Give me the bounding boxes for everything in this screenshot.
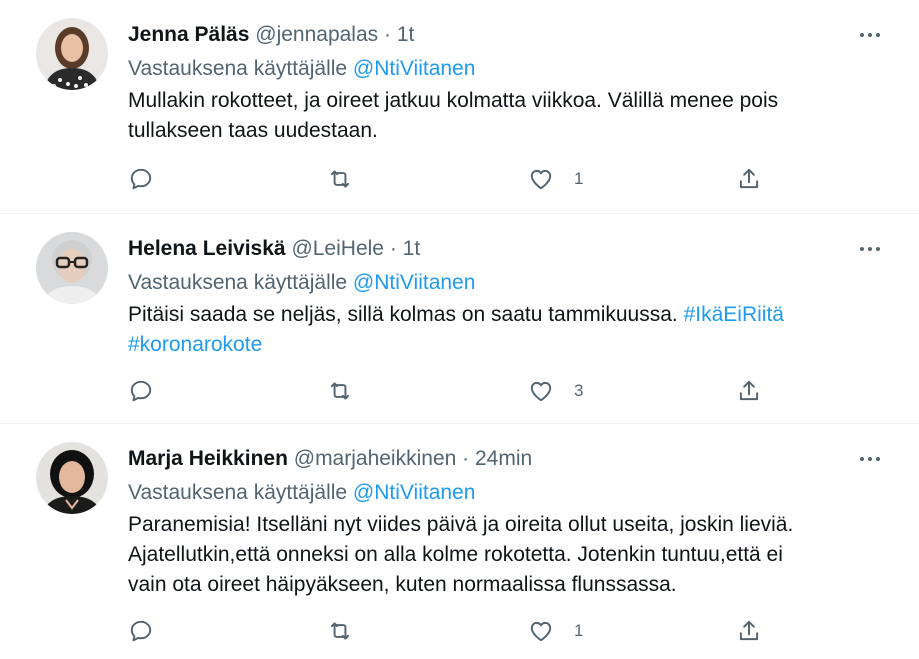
author-name[interactable]: Helena Leiviskä bbox=[128, 237, 286, 260]
hashtag-link[interactable]: #IkäEiRiitä bbox=[684, 303, 784, 326]
retweet-icon bbox=[330, 382, 350, 400]
retweet-icon bbox=[330, 622, 350, 640]
avatar-image bbox=[36, 442, 108, 514]
tweet-text-line: Paranemisia! Itselläni nyt viides päivä … bbox=[128, 513, 794, 536]
heart-icon bbox=[530, 621, 552, 642]
separator-dot: · bbox=[462, 447, 470, 470]
reply-context: Vastauksena käyttäjälle @NtiViitanen bbox=[128, 270, 475, 296]
tweet-text: Mullakin rokotteet, ja oireet jatkuu kol… bbox=[128, 86, 868, 146]
tweet[interactable]: Helena Leiviskä @LeiHele · 1t Vastauksen… bbox=[0, 214, 919, 424]
reply-prefix: Vastauksena käyttäjälle bbox=[128, 57, 348, 80]
author-name[interactable]: Jenna Päläs bbox=[128, 23, 249, 46]
like-count: 1 bbox=[574, 621, 584, 640]
tweet-text-line: vain ota oireet häipyäkseen, kuten norma… bbox=[128, 573, 677, 596]
tweet[interactable]: Jenna Päläs @jennapalas · 1t Vastauksena… bbox=[0, 0, 919, 214]
avatar-image bbox=[36, 18, 108, 90]
tweet-text: Paranemisia! Itselläni nyt viides päivä … bbox=[128, 510, 868, 600]
author-handle[interactable]: @marjaheikkinen bbox=[294, 447, 457, 470]
tweet-text-line: Mullakin rokotteet, ja oireet jatkuu kol… bbox=[128, 89, 779, 112]
timestamp[interactable]: 1t bbox=[397, 23, 415, 46]
reply-context: Vastauksena käyttäjälle @NtiViitanen bbox=[128, 480, 475, 506]
like-count: 1 bbox=[574, 169, 584, 188]
hashtag-link[interactable]: #koronarokote bbox=[128, 333, 262, 356]
author-handle[interactable]: @LeiHele bbox=[291, 237, 384, 260]
retweet-icon bbox=[330, 170, 350, 188]
tweet[interactable]: Marja Heikkinen @marjaheikkinen · 24min … bbox=[0, 424, 919, 659]
share-icon bbox=[739, 380, 759, 401]
retweet-button[interactable] bbox=[327, 164, 353, 194]
tweet-header: Helena Leiviskä @LeiHele · 1t bbox=[128, 236, 420, 262]
tweet-header: Marja Heikkinen @marjaheikkinen · 24min bbox=[128, 446, 532, 472]
reply-mention-link[interactable]: @NtiViitanen bbox=[353, 57, 476, 80]
tweet-text-line: tullakseen taas uudestaan. bbox=[128, 119, 378, 142]
timestamp[interactable]: 1t bbox=[403, 237, 421, 260]
like-button[interactable]: 1 bbox=[528, 616, 583, 646]
reply-prefix: Vastauksena käyttäjälle bbox=[128, 481, 348, 504]
reply-button[interactable] bbox=[128, 164, 154, 194]
more-options-icon[interactable] bbox=[853, 234, 887, 264]
avatar[interactable] bbox=[36, 232, 108, 304]
tweet-text-line: Pitäisi saada se neljäs, sillä kolmas on… bbox=[128, 300, 868, 330]
reply-context: Vastauksena käyttäjälle @NtiViitanen bbox=[128, 56, 475, 82]
more-options-icon[interactable] bbox=[853, 444, 887, 474]
like-button[interactable]: 3 bbox=[528, 376, 583, 406]
share-button[interactable] bbox=[736, 376, 762, 406]
author-handle[interactable]: @jennapalas bbox=[255, 23, 378, 46]
more-options-icon[interactable] bbox=[853, 20, 887, 50]
share-icon bbox=[739, 620, 759, 641]
reply-icon bbox=[130, 380, 152, 402]
timestamp[interactable]: 24min bbox=[475, 447, 532, 470]
share-button[interactable] bbox=[736, 164, 762, 194]
tweet-text-line: #koronarokote bbox=[128, 330, 868, 360]
avatar-image bbox=[36, 232, 108, 304]
separator-dot: · bbox=[389, 237, 397, 260]
reply-mention-link[interactable]: @NtiViitanen bbox=[353, 271, 476, 294]
avatar[interactable] bbox=[36, 442, 108, 514]
heart-icon bbox=[530, 169, 552, 190]
like-button[interactable]: 1 bbox=[528, 164, 583, 194]
retweet-button[interactable] bbox=[327, 376, 353, 406]
share-button[interactable] bbox=[736, 616, 762, 646]
separator-dot: · bbox=[384, 23, 391, 46]
reply-mention-link[interactable]: @NtiViitanen bbox=[353, 481, 476, 504]
reply-icon bbox=[130, 620, 152, 642]
tweet-text-line: Ajatellutkin,että onneksi on alla kolme … bbox=[128, 543, 783, 566]
retweet-button[interactable] bbox=[327, 616, 353, 646]
author-name[interactable]: Marja Heikkinen bbox=[128, 447, 288, 470]
reply-prefix: Vastauksena käyttäjälle bbox=[128, 271, 348, 294]
reply-button[interactable] bbox=[128, 376, 154, 406]
like-count: 3 bbox=[574, 381, 584, 400]
share-icon bbox=[739, 168, 759, 189]
tweet-text: Pitäisi saada se neljäs, sillä kolmas on… bbox=[128, 300, 868, 360]
avatar[interactable] bbox=[36, 18, 108, 90]
action-bar: 3 bbox=[128, 376, 788, 406]
action-bar: 1 bbox=[128, 164, 788, 194]
reply-icon bbox=[130, 168, 152, 190]
tweet-header: Jenna Päläs @jennapalas · 1t bbox=[128, 22, 414, 48]
heart-icon bbox=[530, 381, 552, 402]
reply-button[interactable] bbox=[128, 616, 154, 646]
tweet-text-segment: Pitäisi saada se neljäs, sillä kolmas on… bbox=[128, 303, 678, 326]
action-bar: 1 bbox=[128, 616, 788, 646]
